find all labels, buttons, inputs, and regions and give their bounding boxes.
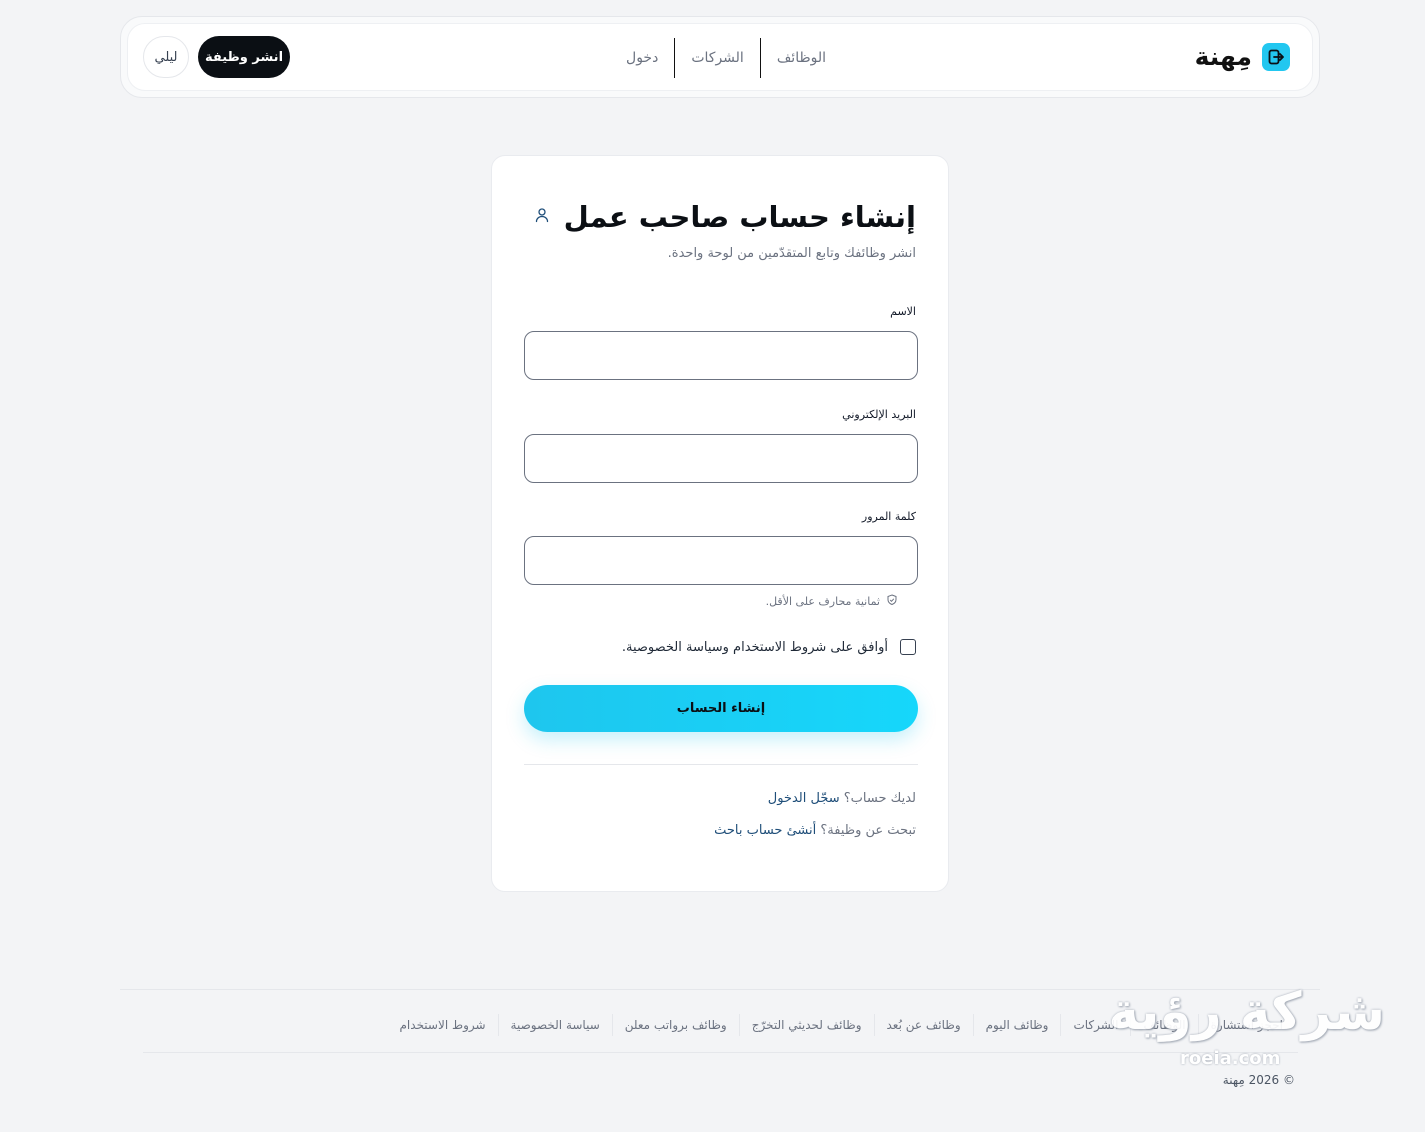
footer-separator	[1130, 1014, 1132, 1036]
footer-link-companies[interactable]: الشركات	[1061, 1018, 1130, 1032]
nav-divider	[759, 38, 761, 78]
footer-separator	[611, 1014, 613, 1036]
brand-name: مِهنة	[1194, 42, 1252, 71]
title-row: إنشاء حساب صاحب عمل	[534, 200, 916, 234]
post-job-button[interactable]: انشر وظيفة	[198, 36, 290, 78]
email-input[interactable]	[524, 434, 918, 483]
password-input[interactable]	[524, 536, 918, 585]
footer-divider	[120, 989, 1320, 990]
login-link[interactable]: سجّل الدخول	[768, 791, 840, 806]
password-hint-text: ثمانية محارف على الأقل.	[765, 595, 880, 608]
footer-link-salary-jobs[interactable]: وظائف برواتب معلن	[613, 1018, 739, 1032]
have-account-text: لديك حساب؟	[843, 791, 916, 806]
seeker-signup-link[interactable]: أنشئ حساب باحث	[714, 823, 816, 838]
footer-separator	[972, 1014, 974, 1036]
footer-nav: احجز استشارة الوظائف الشركات وظائف اليوم…	[388, 1012, 1296, 1038]
footer-link-today-jobs[interactable]: وظائف اليوم	[974, 1018, 1061, 1032]
create-account-button[interactable]: إنشاء الحساب	[524, 685, 918, 732]
main-nav: الوظائف الشركات دخول	[610, 38, 842, 78]
footer-link-graduate-jobs[interactable]: وظائف لحديثي التخرّج	[740, 1018, 874, 1032]
name-input[interactable]	[524, 331, 918, 380]
terms-checkbox[interactable]	[900, 639, 916, 655]
divider	[524, 764, 918, 765]
footer-separator	[1197, 1014, 1199, 1036]
email-label: البريد الإلكتروني	[842, 408, 916, 421]
theme-toggle-button[interactable]: ليلي	[143, 36, 189, 78]
page-subtitle: انشر وظائفك وتابع المتقدّمين من لوحة واح…	[667, 246, 916, 261]
nav-companies[interactable]: الشركات	[675, 38, 759, 78]
header-wrapper: مِهنة الوظائف الشركات دخول انشر وظيفة لي…	[120, 16, 1320, 98]
terms-row[interactable]: أوافق على شروط الاستخدام وسياسة الخصوصية…	[622, 639, 916, 655]
nav-divider	[674, 38, 676, 78]
password-hint: ثمانية محارف على الأقل.	[766, 594, 898, 609]
name-label: الاسم	[890, 305, 916, 318]
footer-link-remote-jobs[interactable]: وظائف عن بُعد	[875, 1018, 973, 1032]
header: مِهنة الوظائف الشركات دخول انشر وظيفة لي…	[127, 23, 1313, 91]
footer-link-jobs[interactable]: الوظائف	[1131, 1018, 1197, 1032]
nav-login[interactable]: دخول	[610, 38, 674, 78]
shield-check-icon	[886, 594, 898, 609]
signup-card: إنشاء حساب صاحب عمل انشر وظائفك وتابع ال…	[491, 155, 949, 892]
page-title: إنشاء حساب صاحب عمل	[563, 200, 916, 234]
user-icon	[534, 207, 550, 227]
terms-label: أوافق على شروط الاستخدام وسياسة الخصوصية…	[621, 639, 888, 655]
nav-jobs[interactable]: الوظائف	[761, 38, 842, 78]
footer-link-privacy[interactable]: سياسة الخصوصية	[499, 1018, 612, 1032]
brand[interactable]: مِهنة	[1195, 42, 1290, 71]
seeking-job-text: تبحث عن وظيفة؟	[820, 823, 916, 838]
footer-separator	[873, 1014, 875, 1036]
copyright: © 2026 مِهنة	[1222, 1073, 1295, 1087]
login-prompt: لديك حساب؟ سجّل الدخول	[768, 791, 916, 806]
footer-separator	[1060, 1014, 1062, 1036]
footer-separator	[738, 1014, 740, 1036]
password-label: كلمة المرور	[861, 510, 916, 523]
page: مِهنة الوظائف الشركات دخول انشر وظيفة لي…	[0, 0, 1425, 1132]
footer-link-consultation[interactable]: احجز استشارة	[1199, 1018, 1295, 1032]
footer-link-terms[interactable]: شروط الاستخدام	[388, 1018, 498, 1032]
logout-logo-icon	[1262, 42, 1290, 71]
footer-separator	[497, 1014, 499, 1036]
seeker-prompt: تبحث عن وظيفة؟ أنشئ حساب باحث	[714, 823, 916, 838]
footer-bottom-divider	[143, 1052, 1298, 1053]
